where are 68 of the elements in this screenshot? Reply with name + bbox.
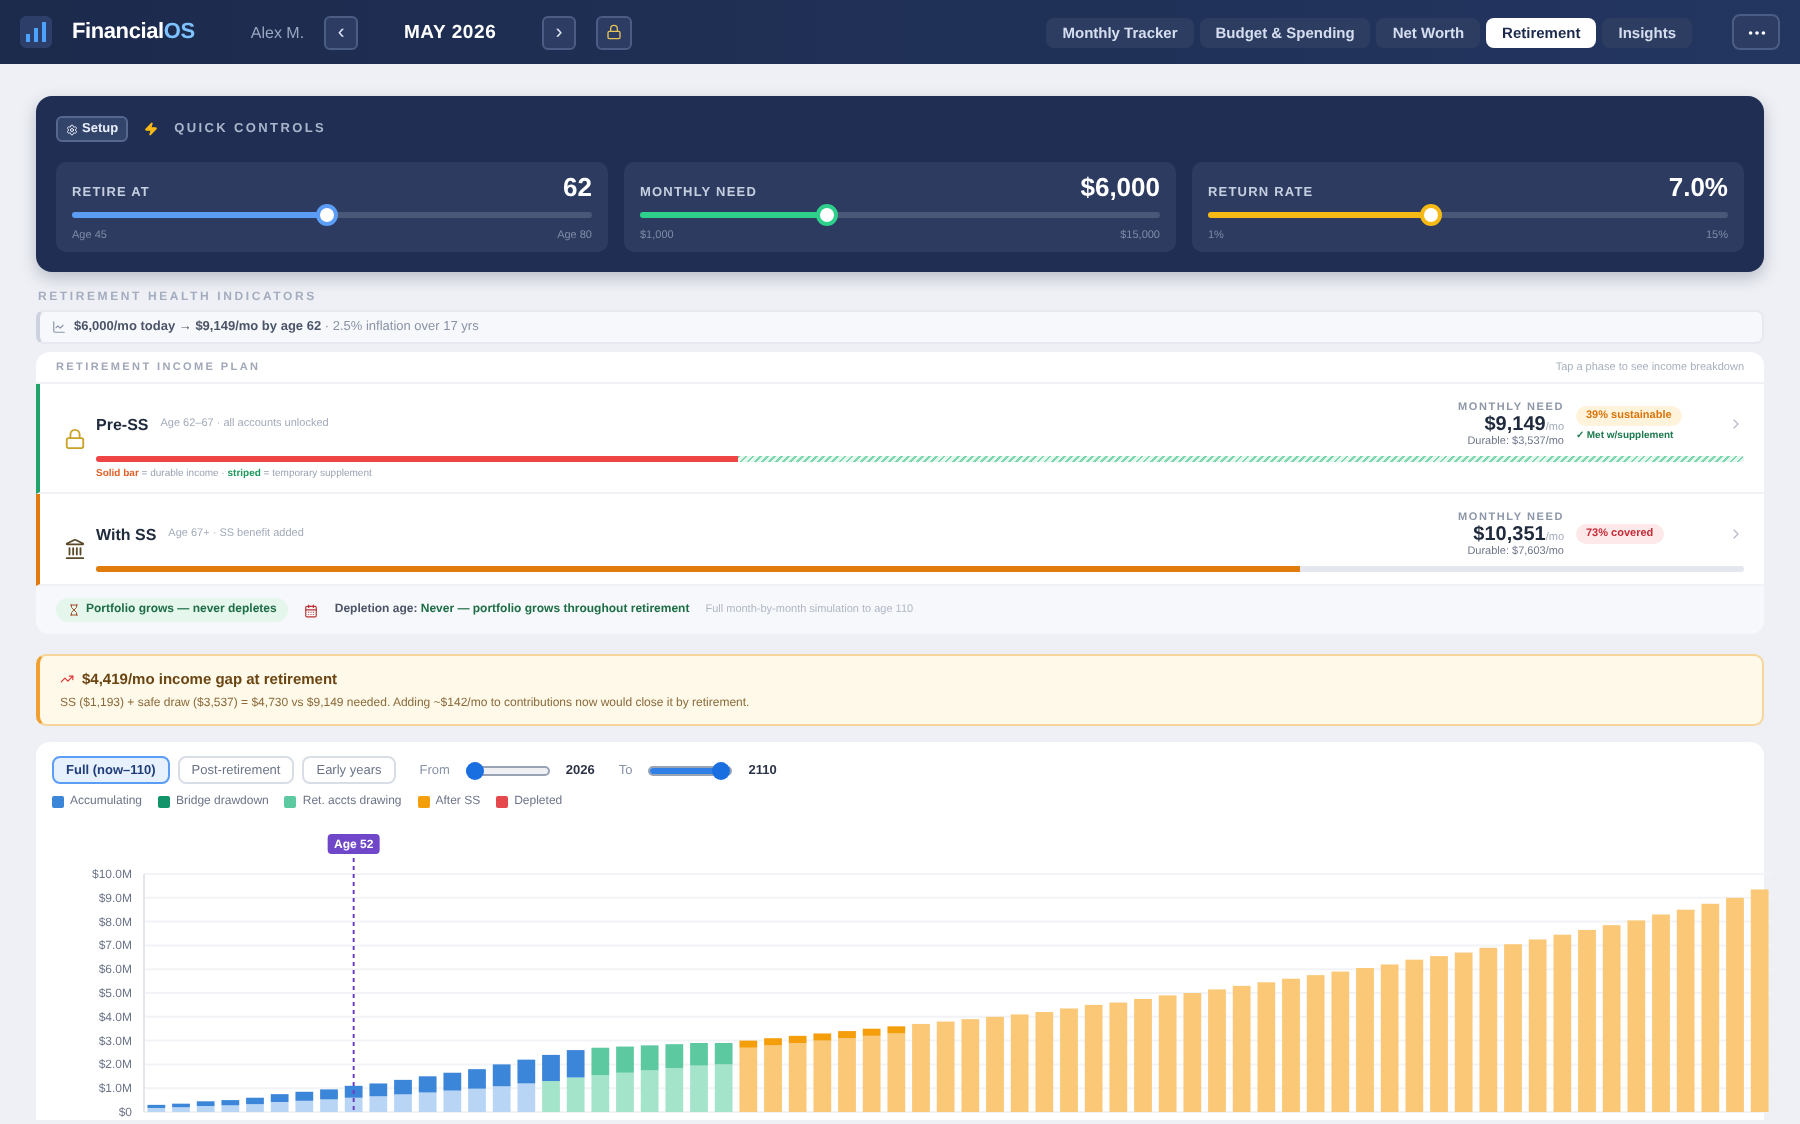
slider-value: $6,000 (1080, 172, 1160, 202)
bar (912, 1023, 930, 1112)
bar (591, 1047, 610, 1076)
bar (986, 1016, 1004, 1112)
bar (1109, 1002, 1128, 1112)
app-title: FinancialOS (72, 20, 195, 44)
bar (1232, 985, 1251, 1112)
bar (1060, 1008, 1078, 1112)
age-marker-label (327, 834, 380, 854)
bar (443, 1090, 462, 1112)
slider-value: 62 (563, 172, 592, 202)
user-name: Alex M. (250, 23, 305, 41)
bar (591, 1075, 610, 1112)
bar (1306, 975, 1325, 1112)
chevron-icon (1728, 526, 1744, 542)
bar (1035, 1012, 1054, 1112)
lightning-icon (144, 122, 159, 136)
bar (468, 1069, 486, 1089)
bar (468, 1088, 486, 1112)
bar (1158, 995, 1177, 1112)
slider-thumb[interactable] (315, 204, 338, 226)
phase-name: Pre-SS (96, 415, 149, 433)
previous-month-button[interactable]: ‹ (324, 15, 359, 49)
more-menu-button[interactable] (1732, 14, 1780, 50)
bar (517, 1059, 536, 1084)
slider-thumb[interactable] (1420, 204, 1443, 226)
settings-icon (66, 123, 78, 135)
bar (566, 1050, 585, 1078)
hourglass-icon (68, 604, 80, 616)
phase-name: With SS (96, 525, 157, 543)
slider-thumb[interactable] (465, 761, 484, 779)
chart-icon (52, 320, 66, 334)
bar (1356, 968, 1374, 1112)
next-month-button[interactable]: › (542, 15, 577, 49)
bar (492, 1064, 511, 1087)
bar (961, 1019, 980, 1112)
bar (1331, 971, 1350, 1112)
slider-thumb[interactable] (816, 204, 839, 226)
bank-icon (64, 538, 86, 560)
bar (566, 1077, 585, 1112)
bar (418, 1076, 437, 1093)
bar (1084, 1004, 1103, 1112)
bar (1208, 989, 1226, 1112)
slider-value: 7.0% (1668, 172, 1728, 202)
month-label: MAY 2026 (401, 21, 499, 43)
bar (1010, 1014, 1029, 1112)
bar (936, 1021, 955, 1112)
to-slider[interactable] (648, 765, 733, 775)
calendar-icon (304, 603, 319, 617)
chevron-icon (1728, 416, 1744, 432)
bar (492, 1086, 511, 1112)
trend-icon (60, 672, 74, 686)
bar (517, 1083, 536, 1112)
bar (443, 1072, 462, 1091)
bar (542, 1081, 560, 1112)
logo-icon (20, 16, 52, 48)
lock-button[interactable] (596, 15, 633, 49)
bar (1183, 993, 1202, 1112)
bar (542, 1054, 560, 1082)
from-slider[interactable] (465, 765, 550, 775)
lock-icon (606, 24, 623, 40)
bar (418, 1092, 437, 1112)
slider-thumb[interactable] (711, 761, 730, 779)
lock-icon (64, 428, 86, 450)
bar (1257, 982, 1276, 1112)
bar (394, 1094, 412, 1112)
bar (1282, 978, 1300, 1112)
bar (1134, 998, 1152, 1112)
